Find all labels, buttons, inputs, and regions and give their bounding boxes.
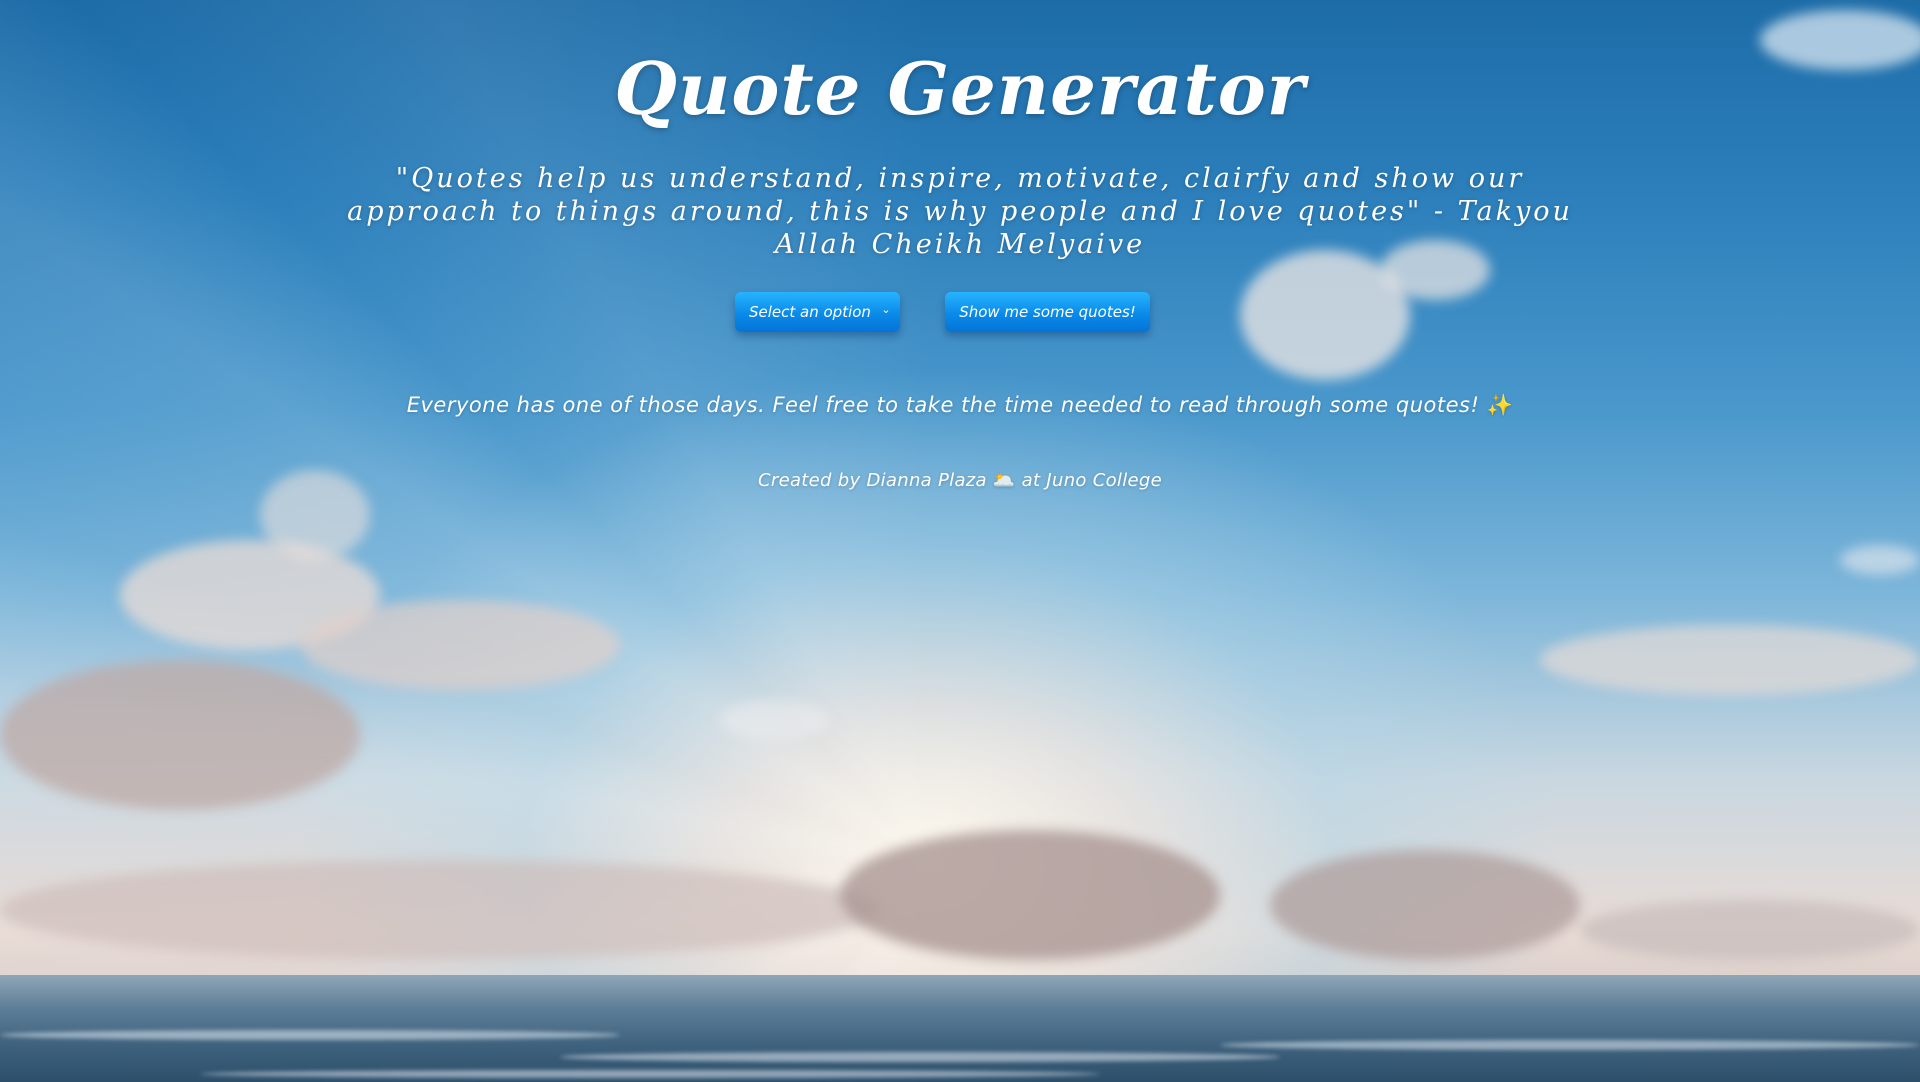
wave — [560, 1052, 1280, 1062]
chevron-down-icon: ⌄ — [881, 303, 891, 316]
quote-intro: "Quotes help us understand, inspire, mot… — [347, 163, 1573, 260]
cloud — [0, 860, 880, 960]
cloud — [1270, 850, 1580, 960]
credit-suffix: at Juno College — [1021, 470, 1162, 491]
sparkles-icon: ✨ — [1486, 393, 1514, 417]
quote-category-select[interactable]: Select an option ⌄ — [735, 292, 900, 332]
message-text: Everyone has one of those days. Feel fre… — [406, 393, 1480, 417]
cloud — [300, 600, 620, 690]
quote-controls: Select an option ⌄ Show me some quotes! — [0, 292, 1920, 334]
wave — [1220, 1040, 1920, 1050]
encouragement-message: Everyone has one of those days. Feel fre… — [0, 393, 1920, 418]
cloud — [840, 830, 1220, 960]
footer-credit: Created by Dianna Plaza 🌥️ at Juno Colle… — [0, 470, 1920, 491]
cloud-sun-icon: 🌥️ — [992, 470, 1016, 491]
cloud — [720, 700, 830, 740]
cloud — [1580, 900, 1920, 960]
cloud — [1840, 545, 1920, 575]
select-value: Select an option — [749, 303, 871, 321]
wave — [0, 1030, 620, 1040]
wave — [200, 1070, 1100, 1078]
page-title: Quote Generator — [614, 46, 1306, 131]
ocean — [0, 975, 1920, 1082]
cloud — [1540, 625, 1920, 695]
show-quotes-button[interactable]: Show me some quotes! — [945, 292, 1150, 332]
cloud — [0, 660, 360, 810]
credit-prefix: Created by Dianna Plaza — [758, 470, 987, 491]
